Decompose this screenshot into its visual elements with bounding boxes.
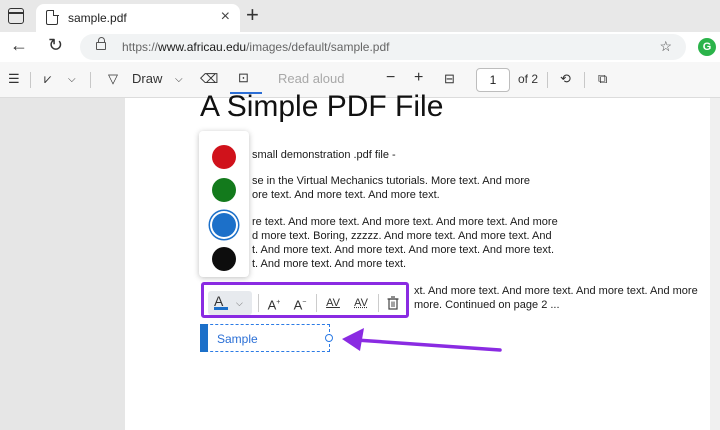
tab-close-button[interactable]: × bbox=[221, 8, 230, 26]
drag-handle[interactable] bbox=[200, 324, 208, 352]
decrease-font-size-button[interactable]: A− bbox=[288, 291, 312, 315]
scrollbar[interactable] bbox=[710, 98, 720, 430]
document-line: d more text. Boring, zzzzz. And more tex… bbox=[252, 230, 552, 242]
toolbar-divider bbox=[258, 294, 259, 312]
toolbar-divider bbox=[378, 294, 379, 312]
document-heading: A Simple PDF File bbox=[200, 90, 444, 123]
text-format-toolbar: A ⌵ A+ A− AV AV bbox=[201, 282, 409, 318]
contents-list-icon[interactable]: ☰ bbox=[8, 71, 20, 87]
tab-sample-pdf[interactable]: sample.pdf × bbox=[36, 4, 240, 32]
increase-spacing-button[interactable]: AV bbox=[320, 291, 346, 315]
page-view-icon[interactable]: ⧉ bbox=[598, 71, 607, 87]
text-annotation-box[interactable]: Sample bbox=[200, 324, 333, 352]
document-line: se in the Virtual Mechanics tutorials. M… bbox=[252, 175, 530, 187]
toolbar-divider bbox=[584, 72, 585, 88]
favorite-star-icon[interactable]: ☆ bbox=[659, 38, 672, 55]
color-swatch-green[interactable] bbox=[212, 178, 236, 202]
document-line: t. And more text. And more text. bbox=[252, 258, 407, 270]
current-color-bar bbox=[214, 307, 228, 310]
tab-actions-icon[interactable] bbox=[8, 8, 24, 24]
back-arrow-icon[interactable]: ← bbox=[10, 35, 28, 56]
page-count: of 2 bbox=[518, 72, 539, 86]
eraser-icon[interactable]: ⌫ bbox=[200, 71, 218, 87]
decrease-spacing-button[interactable]: AV bbox=[348, 291, 374, 315]
color-picker-popup bbox=[199, 131, 249, 277]
chevron-down-icon[interactable]: ⌵ bbox=[175, 74, 183, 85]
read-aloud-button[interactable]: Read aloud bbox=[278, 71, 345, 86]
zoom-out-button[interactable]: − bbox=[386, 69, 395, 87]
text-box-icon: ⊡ bbox=[238, 70, 249, 85]
document-line: ore text. And more text. And more text. bbox=[252, 189, 440, 201]
profile-avatar[interactable]: G bbox=[698, 38, 716, 56]
document-line: xt. And more text. And more text. And mo… bbox=[414, 285, 698, 297]
text-annotation-value[interactable]: Sample bbox=[217, 332, 258, 346]
color-swatch-blue[interactable] bbox=[212, 213, 236, 237]
document-line: more. Continued on page 2 ... bbox=[414, 299, 560, 311]
navigation-bar: ← ↻ https://www.africau.edu/images/defau… bbox=[0, 32, 720, 62]
document-line: small demonstration .pdf file - bbox=[252, 149, 396, 161]
tab-strip: sample.pdf × + bbox=[0, 0, 720, 32]
color-swatch-black[interactable] bbox=[212, 247, 236, 271]
draw-pen-icon[interactable]: ▽ bbox=[108, 71, 118, 87]
lock-icon[interactable] bbox=[96, 37, 106, 50]
address-bar[interactable]: https://www.africau.edu/images/default/s… bbox=[80, 34, 686, 60]
reload-icon[interactable]: ↻ bbox=[48, 35, 63, 56]
toolbar-divider bbox=[90, 72, 91, 88]
text-color-button[interactable]: A ⌵ bbox=[208, 291, 252, 315]
chevron-down-icon: ⌵ bbox=[236, 298, 243, 308]
fit-page-icon[interactable]: ⊟ bbox=[444, 71, 455, 87]
annotation-arrow-icon bbox=[342, 328, 502, 352]
rotate-icon[interactable]: ⟲ bbox=[560, 71, 571, 87]
delete-trash-icon[interactable] bbox=[382, 291, 404, 315]
increase-font-size-button[interactable]: A+ bbox=[262, 291, 286, 315]
zoom-in-button[interactable]: + bbox=[414, 69, 423, 87]
draw-button[interactable]: Draw bbox=[132, 71, 162, 86]
chevron-down-icon[interactable]: ⌵ bbox=[68, 74, 76, 85]
color-swatch-red[interactable] bbox=[212, 145, 236, 169]
highlight-icon[interactable]: ⩗ bbox=[44, 71, 51, 87]
document-line: t. And more text. And more text. And mor… bbox=[252, 244, 555, 256]
document-line: re text. And more text. And more text. A… bbox=[252, 216, 558, 228]
toolbar-divider bbox=[547, 72, 548, 88]
pdf-file-icon bbox=[46, 9, 59, 25]
url-text[interactable]: https://www.africau.edu/images/default/s… bbox=[122, 40, 390, 54]
page-number-input[interactable]: 1 bbox=[476, 68, 510, 92]
new-tab-button[interactable]: + bbox=[246, 3, 259, 27]
toolbar-divider bbox=[316, 294, 317, 312]
tab-title: sample.pdf bbox=[68, 11, 127, 25]
viewer-background bbox=[0, 98, 125, 430]
toolbar-divider bbox=[30, 72, 31, 88]
